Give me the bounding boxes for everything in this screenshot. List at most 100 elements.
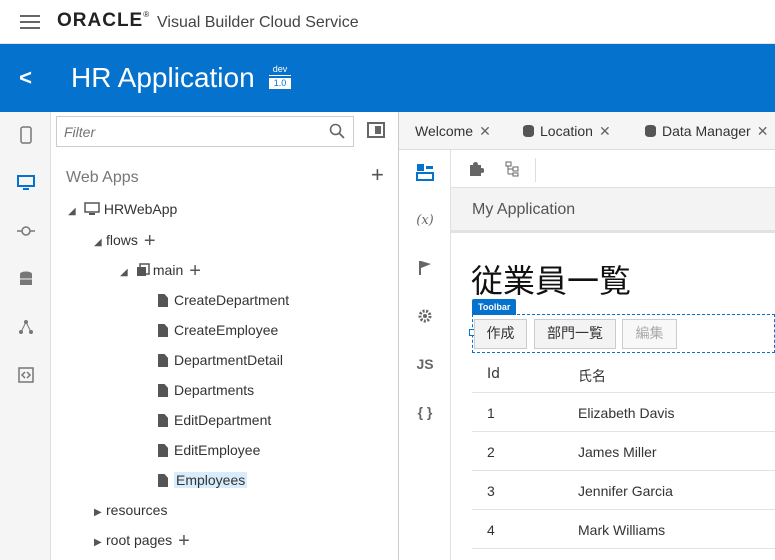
page-heading[interactable]: 従業員一覧 — [471, 256, 631, 302]
edit-button[interactable]: 編集 — [622, 319, 677, 349]
cell-id: 1 — [487, 405, 495, 421]
tree-node-page[interactable]: EditEmployee — [158, 439, 260, 461]
selected-toolbar[interactable]: 作成 部門一覧 編集 — [469, 314, 775, 353]
cell-name: Mark Williams — [578, 522, 666, 538]
settings-gear-icon[interactable] — [413, 304, 437, 328]
tab-location[interactable]: Location ✕ — [523, 112, 611, 150]
page-icon — [158, 294, 168, 307]
table-row[interactable]: 1 Elizabeth Davis — [472, 393, 775, 432]
section-title-web-apps: Web Apps — [66, 169, 139, 186]
expanded-arrow-icon[interactable]: ◢ — [120, 262, 132, 284]
tree-node-label: CreateEmployee — [174, 322, 279, 338]
page-canvas: My Application 従業員一覧 Toolbar 作成 部門一覧 編集 … — [451, 188, 775, 560]
tab-label: Location — [540, 123, 593, 139]
designer-toolbar — [451, 150, 775, 188]
tree-node-resources[interactable]: ▶ resources — [94, 499, 167, 521]
javascript-icon[interactable]: JS — [413, 352, 437, 376]
close-icon[interactable]: ✕ — [599, 123, 611, 139]
service-name: Visual Builder Cloud Service — [157, 14, 359, 31]
cell-name: Elizabeth Davis — [578, 405, 675, 421]
tree-node-label: EditDepartment — [174, 412, 272, 428]
business-objects-icon[interactable] — [13, 266, 39, 292]
column-header-name[interactable]: 氏名 — [578, 366, 606, 386]
app-bar: < HR Application dev 1.0 — [0, 44, 775, 112]
cell-id: 3 — [487, 483, 495, 499]
page-icon — [158, 414, 168, 427]
tab-label: Welcome — [415, 123, 474, 139]
tree-node-label: main — [152, 262, 184, 278]
tree-node-label: EditEmployee — [174, 442, 261, 458]
page-icon — [158, 474, 168, 487]
tree-node-flows[interactable]: ◢ flows + — [94, 229, 156, 254]
close-icon[interactable]: ✕ — [757, 123, 769, 139]
tree-node-root-pages[interactable]: ▶ root pages + — [94, 529, 190, 554]
version-stage: dev — [269, 64, 291, 76]
column-header-id[interactable]: Id — [487, 366, 500, 382]
expanded-arrow-icon[interactable]: ◢ — [94, 232, 106, 254]
tree-node-label: HRWebApp — [103, 201, 178, 217]
add-web-app-icon[interactable]: + — [371, 162, 384, 188]
tree-node-label: resources — [106, 502, 168, 518]
collapse-panel-icon[interactable] — [367, 122, 385, 138]
toolbar-divider — [535, 158, 536, 182]
navigator-panel: Web Apps + ◢ HRWebApp ◢flows+ ◢ main+ Cr… — [51, 112, 399, 560]
structure-tree-icon[interactable] — [505, 161, 519, 182]
add-page-icon[interactable]: + — [189, 260, 201, 282]
database-icon — [523, 125, 534, 137]
tab-data-manager[interactable]: Data Manager ✕ — [645, 112, 768, 150]
table-header-row: Id 氏名 — [472, 354, 775, 393]
editor-tab-bar: Welcome ✕ Location ✕ Data Manager ✕ — [399, 112, 775, 150]
page-icon — [158, 384, 168, 397]
version-badge: dev 1.0 — [269, 64, 291, 89]
variables-icon[interactable]: (x) — [413, 208, 437, 232]
collapsed-arrow-icon[interactable]: ▶ — [94, 502, 106, 524]
tree-node-page[interactable]: CreateDepartment — [158, 289, 289, 311]
tree-node-label: DepartmentDetail — [174, 352, 283, 368]
web-app-icon — [84, 202, 100, 215]
search-icon[interactable] — [329, 123, 345, 144]
tree-node-label: root pages — [106, 532, 173, 548]
table-row[interactable]: 4 Mark Williams — [472, 510, 775, 549]
app-header: My Application — [451, 188, 775, 233]
departments-list-button[interactable]: 部門一覧 — [534, 319, 616, 349]
tree-node-label: flows — [106, 232, 138, 248]
database-icon — [645, 125, 656, 137]
hamburger-menu-icon[interactable] — [20, 15, 40, 29]
source-view-icon[interactable] — [13, 362, 39, 388]
create-button[interactable]: 作成 — [474, 319, 527, 349]
left-nav — [0, 112, 51, 560]
tree-node-page[interactable]: Departments — [158, 379, 254, 401]
flow-icon — [136, 263, 150, 276]
tab-welcome[interactable]: Welcome ✕ — [415, 112, 491, 150]
service-connections-icon[interactable] — [13, 218, 39, 244]
mobile-apps-icon[interactable] — [13, 122, 39, 148]
expanded-arrow-icon[interactable]: ◢ — [68, 201, 80, 223]
cell-id: 4 — [487, 522, 495, 538]
tree-node-page[interactable]: CreateEmployee — [158, 319, 278, 341]
property-rail: (x) JS { } — [399, 150, 451, 560]
flag-icon[interactable] — [413, 256, 437, 280]
table-row[interactable]: 2 James Miller — [472, 432, 775, 471]
web-apps-icon[interactable] — [13, 170, 39, 196]
tree-node-page[interactable]: EditDepartment — [158, 409, 271, 431]
tree-node-label: CreateDepartment — [174, 292, 290, 308]
tree-node-main[interactable]: ◢ main + — [120, 259, 201, 284]
add-root-page-icon[interactable]: + — [178, 530, 190, 552]
table-row[interactable]: 3 Jennifer Garcia — [472, 471, 775, 510]
back-button[interactable]: < — [0, 44, 51, 112]
tree-node-page-selected[interactable]: Employees — [158, 469, 248, 491]
page-designer-icon[interactable] — [413, 160, 437, 184]
cell-name: Jennifer Garcia — [578, 483, 673, 499]
filter-box — [56, 116, 354, 147]
json-icon[interactable]: { } — [413, 400, 437, 424]
filter-input[interactable] — [57, 117, 317, 146]
tree-node-hrwebapp[interactable]: ◢ HRWebApp — [68, 198, 177, 220]
app-name: My Application — [472, 201, 576, 218]
components-puzzle-icon[interactable] — [468, 161, 485, 182]
app-title: HR Application — [71, 62, 255, 93]
add-flow-icon[interactable]: + — [144, 230, 156, 252]
close-icon[interactable]: ✕ — [479, 123, 491, 139]
collapsed-arrow-icon[interactable]: ▶ — [94, 532, 106, 554]
process-icon[interactable] — [13, 314, 39, 340]
tree-node-page[interactable]: DepartmentDetail — [158, 349, 283, 371]
